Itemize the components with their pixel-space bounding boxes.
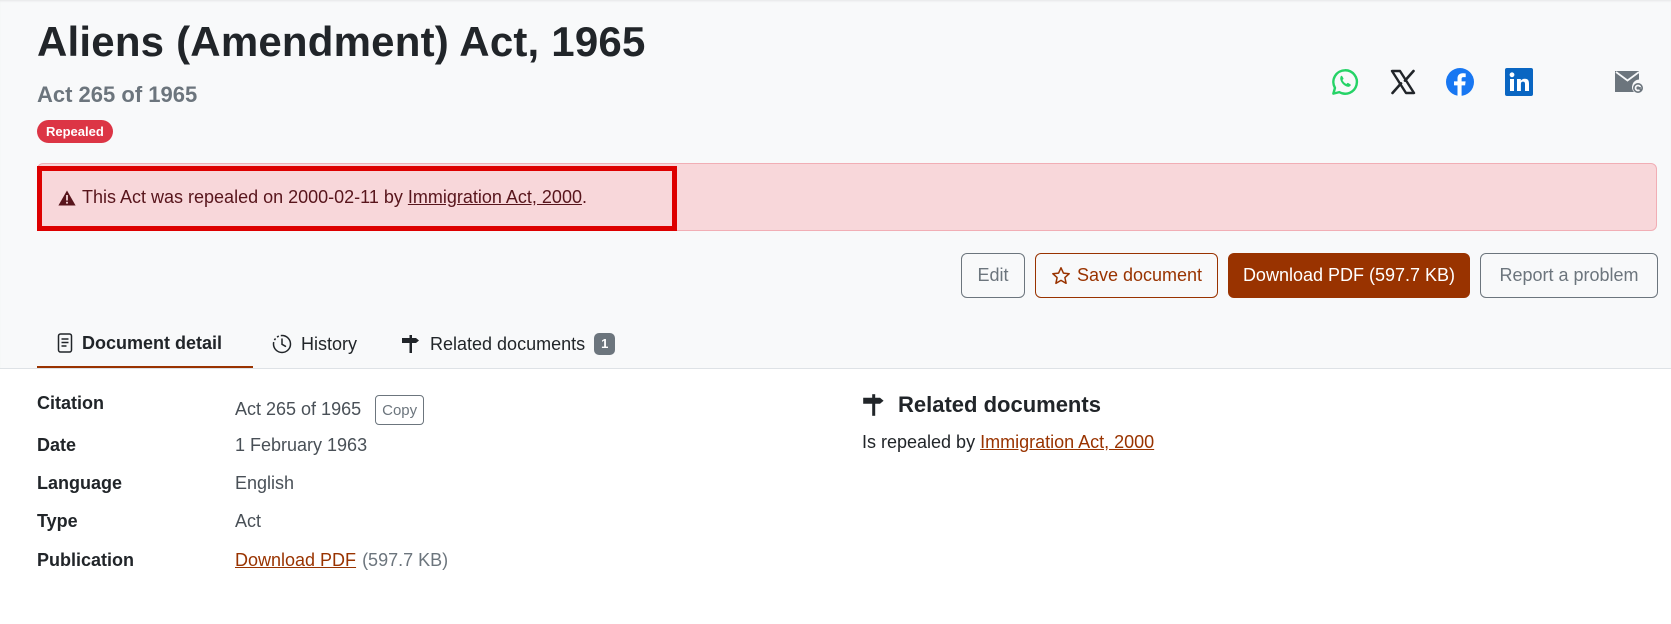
relation-text: Is repealed by (862, 432, 981, 452)
share-linkedin-button[interactable] (1503, 66, 1535, 98)
save-document-button[interactable]: Save document (1035, 253, 1218, 298)
date-value: 1 February 1963 (235, 435, 368, 455)
edit-button[interactable]: Edit (961, 253, 1025, 298)
x-icon (1390, 69, 1416, 95)
alert-text-end: . (581, 187, 587, 207)
tab-label: Related documents (430, 333, 586, 354)
report-problem-button[interactable]: Report a problem (1480, 253, 1658, 298)
clock-history-icon (272, 334, 292, 354)
document-icon (57, 333, 73, 353)
tab-related-documents[interactable]: Related documents 1 (401, 320, 616, 368)
related-heading-text: Related documents (898, 392, 1101, 417)
signpost-icon (863, 394, 884, 416)
share-x-button[interactable] (1387, 66, 1419, 98)
share-facebook-button[interactable] (1444, 66, 1476, 98)
share-whatsapp-button[interactable] (1329, 66, 1361, 98)
related-documents-heading: Related documents (862, 392, 1101, 418)
signpost-icon (402, 335, 419, 353)
language-value: English (235, 473, 295, 493)
tab-history[interactable]: History (272, 320, 357, 368)
alert-text: This Act was repealed on 2000-02-11 by (82, 187, 408, 207)
publication-label: Publication (37, 550, 135, 570)
share-email-button[interactable] (1612, 66, 1646, 98)
citation-row: Act 265 of 1965 Copy (235, 393, 425, 425)
publication-size: (597.7 KB) (362, 550, 449, 570)
tab-label: Document detail (82, 332, 223, 353)
page-title: Aliens (Amendment) Act, 1965 (37, 18, 646, 65)
date-label: Date (37, 435, 77, 455)
document-header: Aliens (Amendment) Act, 1965 Act 265 of … (0, 0, 1671, 369)
publication-download-link[interactable]: Download PDF (235, 550, 356, 571)
whatsapp-icon (1332, 69, 1359, 95)
alert-repealing-act-link[interactable]: Immigration Act, 2000 (408, 187, 582, 207)
warning-icon (58, 190, 76, 205)
related-count-badge: 1 (594, 333, 616, 355)
alert-message: This Act was repealed on 2000-02-11 by I… (58, 187, 587, 208)
tab-document-detail[interactable]: Document detail (37, 320, 253, 368)
related-repealing-act-link[interactable]: Immigration Act, 2000 (980, 432, 1154, 452)
status-badge: Repealed (37, 120, 113, 143)
email-icon (1615, 71, 1643, 93)
publication-row: Download PDF (597.7 KB) (235, 550, 448, 571)
page-subtitle: Act 265 of 1965 (37, 82, 198, 107)
language-label: Language (37, 473, 123, 493)
facebook-icon (1446, 68, 1474, 96)
type-label: Type (37, 511, 78, 531)
save-document-label: Save document (1076, 265, 1203, 285)
tab-label: History (301, 333, 358, 354)
linkedin-icon (1505, 68, 1533, 96)
citation-label: Citation (37, 393, 104, 413)
related-relation: Is repealed by Immigration Act, 2000 (862, 432, 1154, 453)
star-icon (1052, 266, 1070, 284)
citation-value: Act 265 of 1965 (235, 398, 362, 419)
download-pdf-button[interactable]: Download PDF (597.7 KB) (1228, 253, 1470, 298)
copy-citation-button[interactable]: Copy (375, 395, 425, 425)
type-value: Act (235, 511, 262, 531)
